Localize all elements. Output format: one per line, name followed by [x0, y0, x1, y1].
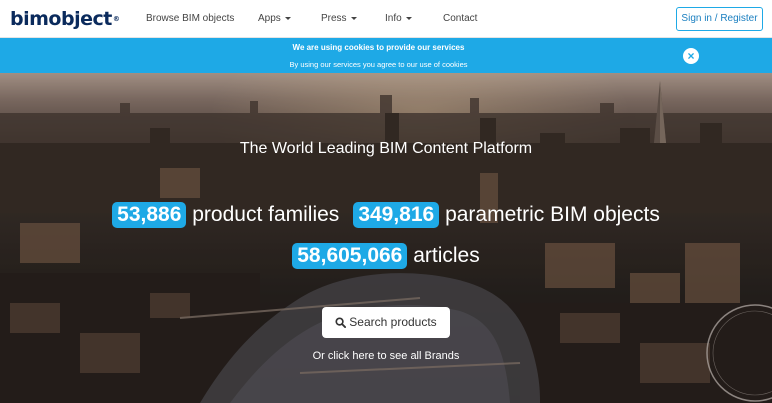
stat-label-product-families: product families — [192, 203, 340, 226]
stat-value-articles: 58,605,066 — [292, 243, 408, 269]
nav-apps[interactable]: Apps — [258, 12, 291, 26]
hero-tagline: The World Leading BIM Content Platform — [239, 140, 533, 157]
bimobject-logo[interactable]: bimobject® — [10, 8, 120, 30]
nav-browse-bim-objects[interactable]: Browse BIM objects — [146, 12, 234, 26]
caret-down-icon — [284, 16, 291, 20]
stat-label-articles: articles — [413, 244, 480, 267]
nav-item-label: Press — [321, 13, 347, 24]
nav-item-label: Apps — [258, 13, 281, 24]
search-icon — [335, 317, 347, 328]
logo-registered-mark: ® — [112, 15, 120, 23]
search-products-label: Search products — [349, 315, 437, 329]
cookie-message-body: By using our services you agree to our u… — [289, 60, 468, 69]
hero-section: The World Leading BIM Content Platform 5… — [0, 73, 772, 403]
stat-value-product-families: 53,886 — [112, 202, 187, 228]
logo-text: bimobject — [10, 8, 112, 30]
nav-item-label: Contact — [443, 13, 478, 24]
stats-row: 53,886 product families 349,816 parametri… — [0, 202, 772, 228]
nav-contact[interactable]: Contact — [443, 12, 477, 26]
see-all-brands-link[interactable]: Or click here to see all Brands — [0, 349, 772, 363]
nav-item-label: Browse BIM objects — [146, 13, 235, 24]
nav-press[interactable]: Press — [321, 12, 357, 26]
sign-in-register-button[interactable]: Sign in / Register — [676, 7, 763, 31]
cookie-message-title: We are using cookies to provide our serv… — [292, 43, 465, 52]
cookie-banner: We are using cookies to provide our serv… — [0, 38, 772, 73]
nav-item-label: Info — [385, 13, 402, 24]
caret-down-icon — [350, 16, 357, 20]
close-icon[interactable]: × — [683, 48, 699, 64]
top-nav: bimobject® Browse BIM objects Apps Press… — [0, 0, 772, 38]
stats-row: 58,605,066 articles — [0, 243, 772, 269]
search-products-button[interactable]: Search products — [322, 307, 450, 338]
stat-value-bim-objects: 349,816 — [353, 202, 440, 228]
caret-down-icon — [405, 16, 412, 20]
stat-label-bim-objects: parametric BIM objects — [445, 203, 660, 226]
nav-info[interactable]: Info — [385, 12, 412, 26]
